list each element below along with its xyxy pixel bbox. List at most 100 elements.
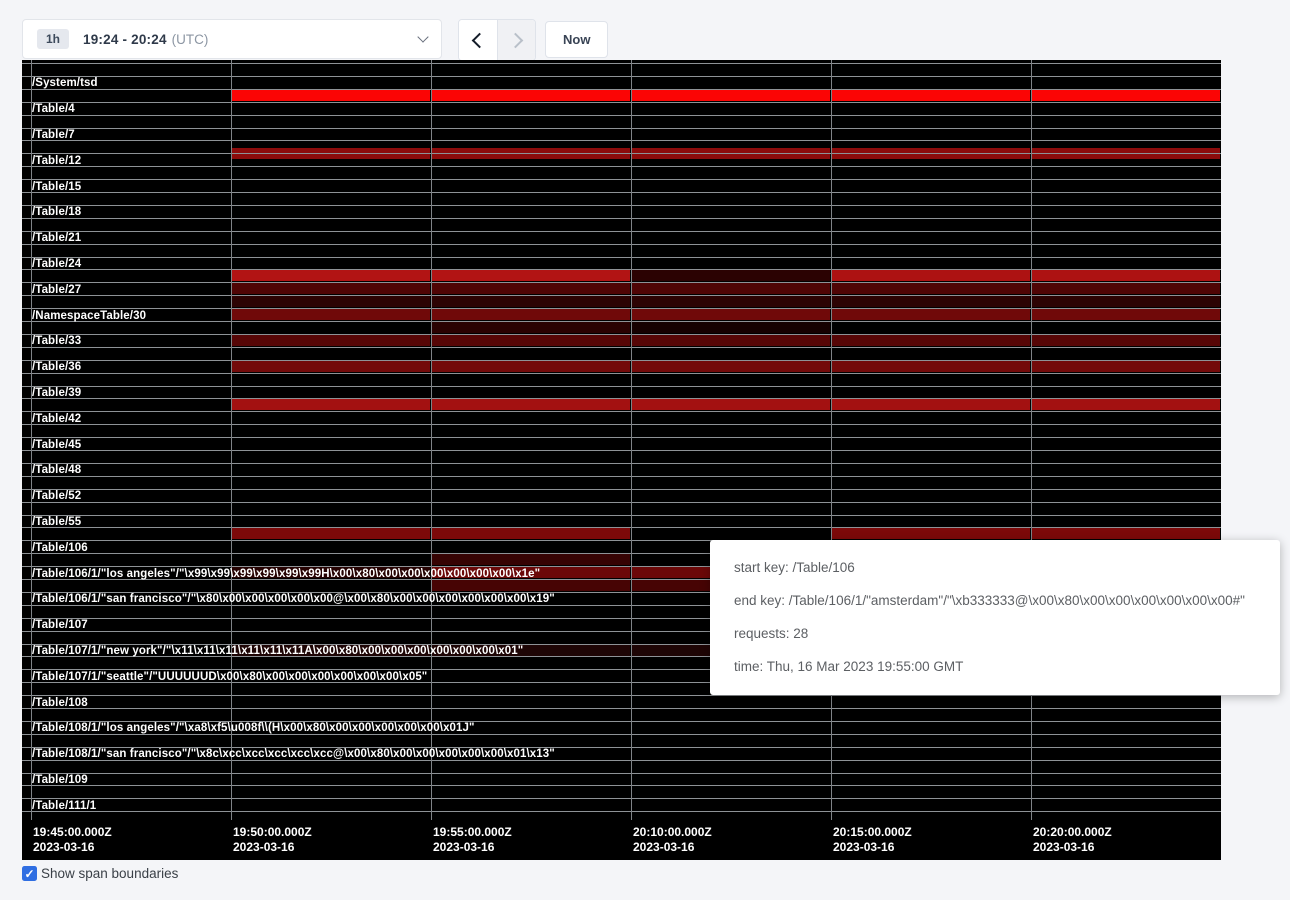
heatmap-cell bbox=[432, 322, 630, 333]
span-label: /Table/21 bbox=[32, 232, 81, 244]
span-boundary-line bbox=[22, 773, 1221, 774]
footer: ✓ Show span boundaries bbox=[22, 866, 178, 881]
span-boundary-line bbox=[22, 424, 1221, 425]
span-label: /Table/107/1/"seattle"/"UUUUUUD\x00\x80\… bbox=[32, 671, 427, 683]
heatmap-cell bbox=[232, 270, 430, 281]
span-boundary-line bbox=[22, 192, 1221, 193]
heatmap-cell bbox=[432, 309, 630, 320]
span-boundary-line bbox=[22, 89, 1221, 90]
time-grid-line bbox=[431, 60, 432, 820]
time-grid-line bbox=[631, 60, 632, 820]
time-tick-date: 2023-03-16 bbox=[833, 840, 912, 855]
span-boundary-line bbox=[22, 489, 1221, 490]
time-nav-group bbox=[458, 19, 536, 61]
key-visualizer-canvas[interactable]: /System/tsd/Table/4/Table/7/Table/12/Tab… bbox=[22, 60, 1221, 860]
span-boundary-line bbox=[22, 398, 1221, 399]
heatmap-cell bbox=[632, 361, 830, 372]
now-button[interactable]: Now bbox=[545, 21, 608, 58]
tooltip-requests: requests: 28 bbox=[734, 624, 1256, 644]
span-boundary-line bbox=[22, 166, 1221, 167]
span-boundary-line bbox=[22, 308, 1221, 309]
heatmap-cell bbox=[632, 335, 830, 346]
span-boundary-line bbox=[22, 476, 1221, 477]
span-boundary-line bbox=[22, 373, 1221, 374]
span-boundary-line bbox=[22, 63, 1221, 64]
time-tick-date: 2023-03-16 bbox=[233, 840, 312, 855]
span-boundary-line bbox=[22, 269, 1221, 270]
span-label: /Table/4 bbox=[32, 103, 75, 115]
span-label: /Table/48 bbox=[32, 464, 81, 476]
time-range-select[interactable]: 1h 19:24 - 20:24 (UTC) bbox=[22, 19, 442, 59]
heatmap-cell bbox=[432, 335, 630, 346]
span-label: /Table/33 bbox=[32, 335, 81, 347]
span-label: /Table/36 bbox=[32, 361, 81, 373]
heatmap-cell bbox=[1032, 309, 1220, 320]
chevron-right-icon bbox=[507, 32, 523, 48]
tooltip-end-key: end key: /Table/106/1/"amsterdam"/"\xb33… bbox=[734, 591, 1256, 611]
time-grid-line bbox=[831, 60, 832, 820]
span-label: /Table/107/1/"new york"/"\x11\x11\x11\x1… bbox=[32, 645, 523, 657]
span-boundary-line bbox=[22, 231, 1221, 232]
span-boundary-line bbox=[22, 205, 1221, 206]
heatmap-cell bbox=[832, 335, 1030, 346]
span-label: /Table/108 bbox=[32, 697, 88, 709]
time-grid-line bbox=[1031, 60, 1032, 820]
span-boundary-line bbox=[22, 527, 1221, 528]
time-tick-date: 2023-03-16 bbox=[433, 840, 512, 855]
span-label: /Table/7 bbox=[32, 129, 75, 141]
span-label: /Table/18 bbox=[32, 206, 81, 218]
span-boundary-line bbox=[22, 102, 1221, 103]
tooltip-time: time: Thu, 16 Mar 2023 19:55:00 GMT bbox=[734, 657, 1256, 677]
span-label: /NamespaceTable/30 bbox=[32, 310, 146, 322]
heatmap-cell bbox=[232, 399, 430, 410]
span-label: /Table/45 bbox=[32, 439, 81, 451]
heatmap-cell bbox=[632, 309, 830, 320]
time-tick-date: 2023-03-16 bbox=[1033, 840, 1112, 855]
span-boundary-line bbox=[22, 128, 1221, 129]
span-boundary-line bbox=[22, 76, 1221, 77]
time-tick: 20:10:00.000Z2023-03-16 bbox=[633, 825, 712, 855]
heatmap-cell bbox=[632, 296, 830, 307]
heatmap-cell bbox=[232, 528, 430, 539]
span-boundary-line bbox=[22, 115, 1221, 116]
heatmap-cell bbox=[232, 309, 430, 320]
prev-time-button[interactable] bbox=[459, 20, 497, 60]
heatmap-cell bbox=[232, 296, 430, 307]
heatmap-cell bbox=[232, 283, 430, 294]
heatmap-cell bbox=[432, 296, 630, 307]
time-preset-badge: 1h bbox=[37, 29, 69, 49]
heatmap-cell bbox=[632, 399, 830, 410]
heatmap-cell bbox=[832, 270, 1030, 281]
heatmap-cell bbox=[1032, 270, 1220, 281]
time-tick-time: 19:50:00.000Z bbox=[233, 825, 312, 840]
span-boundary-line bbox=[22, 811, 1221, 812]
heatmap-cell bbox=[832, 296, 1030, 307]
next-time-button[interactable] bbox=[497, 20, 535, 60]
heatmap-cell bbox=[1032, 283, 1220, 294]
show-span-boundaries-checkbox[interactable]: ✓ bbox=[22, 866, 37, 881]
chevron-down-icon bbox=[417, 31, 428, 42]
span-label: /Table/55 bbox=[32, 516, 81, 528]
span-label: /Table/106/1/"san francisco"/"\x80\x00\x… bbox=[32, 593, 555, 605]
time-tick-date: 2023-03-16 bbox=[33, 840, 112, 855]
span-boundary-line bbox=[22, 282, 1221, 283]
heatmap-cell bbox=[832, 283, 1030, 294]
heatmap-cell bbox=[632, 90, 830, 101]
heatmap-cell bbox=[1032, 528, 1220, 539]
span-boundary-line bbox=[22, 153, 1221, 154]
span-boundary-line bbox=[22, 360, 1221, 361]
heatmap-cell bbox=[432, 90, 630, 101]
time-tick: 20:20:00.000Z2023-03-16 bbox=[1033, 825, 1112, 855]
show-span-boundaries-label[interactable]: Show span boundaries bbox=[41, 866, 178, 881]
check-icon: ✓ bbox=[24, 868, 34, 880]
heatmap-cell bbox=[432, 270, 630, 281]
heatmap-cell bbox=[632, 270, 830, 281]
span-boundary-line bbox=[22, 785, 1221, 786]
span-label: /Table/39 bbox=[32, 387, 81, 399]
time-grid-line bbox=[231, 60, 232, 820]
time-tick: 19:50:00.000Z2023-03-16 bbox=[233, 825, 312, 855]
heatmap-cell bbox=[632, 283, 830, 294]
time-range-text: 19:24 - 20:24 bbox=[83, 32, 167, 47]
heatmap-cell bbox=[832, 399, 1030, 410]
heatmap-cell bbox=[1032, 361, 1220, 372]
